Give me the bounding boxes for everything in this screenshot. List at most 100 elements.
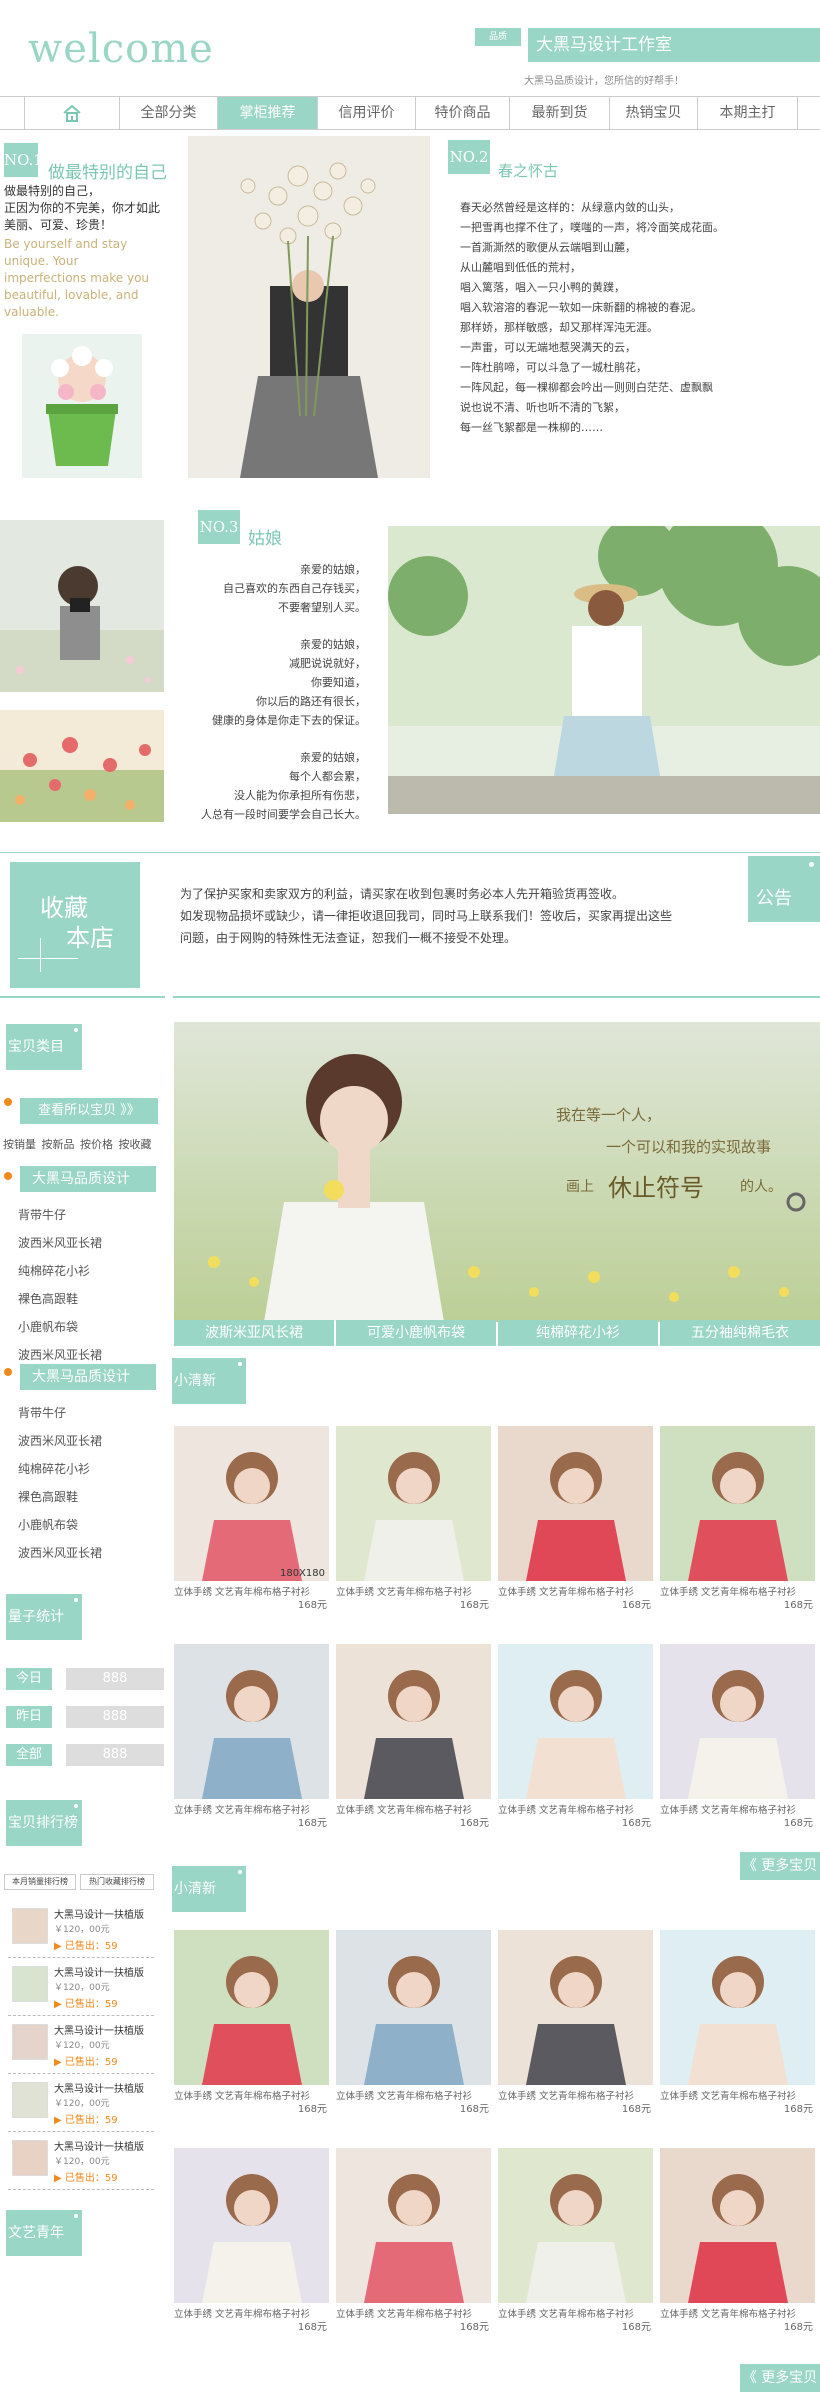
poem-line: 没人能为你承担所有伤悲， [234, 789, 366, 802]
product-price: 168元 [621, 1600, 651, 1611]
category-link[interactable]: 波西米风亚长裙 [18, 1432, 102, 1449]
rank-item[interactable]: 大黑马设计一扶植版 ￥120，00元 ▶ 已售出：59 [8, 2134, 154, 2190]
sort-fav[interactable]: 按收藏 [119, 1138, 152, 1151]
favorite-shop-button[interactable]: 收藏 本店 [10, 862, 140, 988]
nav-specials[interactable]: 特价商品 [416, 97, 510, 129]
sort-price[interactable]: 按价格 [80, 1138, 113, 1151]
notice-label: 公告 [756, 888, 792, 909]
banner-caption-1[interactable]: 波斯米亚风长裙 [174, 1320, 334, 1346]
nav-hot[interactable]: 热销宝贝 [610, 97, 698, 129]
product-card[interactable]: 立体手绣 文艺青年棉布格子衬衫 168元 [174, 2148, 329, 2333]
product-card[interactable]: 180X180 立体手绣 文艺青年棉布格子衬衫 168元 [174, 1426, 329, 1611]
product-card[interactable]: 立体手绣 文艺青年棉布格子衬衫 168元 [498, 2148, 653, 2333]
product-card[interactable]: 立体手绣 文艺青年棉布格子衬衫 168元 [498, 1930, 653, 2115]
sort-new[interactable]: 按新品 [42, 1138, 75, 1151]
product-card[interactable]: 立体手绣 文艺青年棉布格子衬衫 168元 [660, 1930, 815, 2115]
product-card[interactable]: 立体手绣 文艺青年棉布格子衬衫 168元 [336, 1644, 491, 1829]
product-card[interactable]: 立体手绣 文艺青年棉布格子衬衫 168元 [174, 1644, 329, 1829]
feature2-poem: 春天必然曾经是这样的：从绿意内敛的山头， 一把雪再也撑不住了，噗嗤的一声，将冷面笑… [460, 198, 820, 438]
banner-line3-post: 的人。 [740, 1179, 782, 1195]
poem-stanza: 亲爱的姑娘， 自己喜欢的东西自己存钱买， 不要奢望别人买。 [178, 560, 366, 617]
feature1-english: Be yourself and stay unique. Your imperf… [4, 237, 150, 319]
product-card[interactable]: 立体手绣 文艺青年棉布格子衬衫 168元 [660, 1644, 815, 1829]
nav-reviews[interactable]: 信用评价 [318, 97, 416, 129]
rank-sold-text: 已售出：59 [64, 1941, 118, 1952]
product-card[interactable]: 立体手绣 文艺青年棉布格子衬衫 168元 [498, 1426, 653, 1611]
product-card[interactable]: 立体手绣 文艺青年棉布格子衬衫 168元 [336, 1426, 491, 1611]
rank-item[interactable]: 大黑马设计一扶植版 ￥120，00元 ▶ 已售出：59 [8, 2018, 154, 2074]
product-image[interactable] [336, 1930, 491, 2085]
category-link[interactable]: 背带牛仔 [18, 1206, 66, 1223]
product-image[interactable] [498, 2148, 653, 2303]
category-link[interactable]: 小鹿帆布袋 [18, 1318, 78, 1335]
rank-tab-monthly[interactable]: 本月销量排行榜 [4, 1874, 76, 1890]
section1-more-button[interactable]: 《 更多宝贝 [740, 1852, 820, 1880]
category-link[interactable]: 裸色高跟鞋 [18, 1488, 78, 1505]
category-link[interactable]: 背带牛仔 [18, 1404, 66, 1421]
category-link[interactable]: 纯棉碎花小衫 [18, 1460, 90, 1477]
sort-links: 按销量 按新品 按价格 按收藏 [3, 1136, 152, 1152]
banner-caption-4[interactable]: 五分袖纯棉毛衣 [660, 1320, 820, 1346]
product-price: 168元 [621, 2322, 651, 2333]
poem-line: 一阵杜鹃啼，可以斗急了一城杜鹃花， [460, 361, 647, 374]
product-card[interactable]: 立体手绣 文艺青年棉布格子衬衫 168元 [660, 2148, 815, 2333]
poem-line: 一声雷，可以无端地惹哭满天的云， [460, 341, 636, 354]
rank-sold-text: 已售出：59 [64, 1999, 118, 2010]
nav-featured[interactable]: 本期主打 [698, 97, 798, 129]
product-card[interactable]: 立体手绣 文艺青年棉布格子衬衫 168元 [498, 1644, 653, 1829]
rank-item[interactable]: 大黑马设计一扶植版 ￥120，00元 ▶ 已售出：59 [8, 1960, 154, 2016]
product-image[interactable] [660, 1930, 815, 2085]
rank-item[interactable]: 大黑马设计一扶植版 ￥120，00元 ▶ 已售出：59 [8, 2076, 154, 2132]
product-image[interactable] [336, 1426, 491, 1581]
flower-girl-photo [188, 136, 430, 478]
poem-line: 自己喜欢的东西自己存钱买， [223, 582, 366, 595]
rank-price: ￥120，00元 [54, 2099, 110, 2109]
main-banner[interactable] [174, 1022, 820, 1322]
product-image[interactable] [660, 1644, 815, 1799]
banner-caption-2[interactable]: 可爱小鹿帆布袋 [336, 1320, 496, 1346]
section2-more-button[interactable]: 《 更多宝贝 [740, 2364, 820, 2392]
product-image[interactable] [660, 1426, 815, 1581]
product-price: 168元 [297, 1600, 327, 1611]
product-image[interactable] [336, 2148, 491, 2303]
rank-sold-text: 已售出：59 [64, 2115, 118, 2126]
category-link[interactable]: 纯棉碎花小衫 [18, 1262, 90, 1279]
product-image[interactable] [498, 1930, 653, 2085]
rank-title: 大黑马设计一扶植版 [54, 2142, 144, 2153]
product-card[interactable]: 立体手绣 文艺青年棉布格子衬衫 168元 [336, 2148, 491, 2333]
quality-tag: 品质 [475, 28, 521, 46]
product-price: 168元 [459, 2322, 489, 2333]
rank-title: 宝贝排行榜 [6, 1800, 82, 1846]
no1-badge: NO.1 [4, 143, 43, 177]
product-card[interactable]: 立体手绣 文艺青年棉布格子衬衫 168元 [336, 1930, 491, 2115]
banner-caption-3[interactable]: 纯棉碎花小衫 [498, 1320, 658, 1346]
product-image[interactable] [174, 1644, 329, 1799]
cart-icon: ▶ [54, 1999, 65, 2010]
poem-line: 不要奢望别人买。 [278, 601, 366, 614]
category-link[interactable]: 波西米风亚长裙 [18, 1234, 102, 1251]
rank-item[interactable]: 大黑马设计一扶植版 ￥120，00元 ▶ 已售出：59 [8, 1902, 154, 1958]
product-price: 168元 [621, 2104, 651, 2115]
category-link[interactable]: 裸色高跟鞋 [18, 1290, 78, 1307]
view-all-button[interactable]: 查看所以宝贝 》》 [20, 1098, 158, 1124]
rank-tab-favorites[interactable]: 热门收藏排行榜 [80, 1874, 154, 1890]
product-image[interactable] [336, 1644, 491, 1799]
category-link[interactable]: 小鹿帆布袋 [18, 1516, 78, 1533]
nav-new-arrivals[interactable]: 最新到货 [510, 97, 610, 129]
sort-sales[interactable]: 按销量 [3, 1138, 36, 1151]
product-card[interactable]: 立体手绣 文艺青年棉布格子衬衫 168元 [174, 1930, 329, 2115]
product-image[interactable]: 180X180 [174, 1426, 329, 1581]
nav-all-categories[interactable]: 全部分类 [120, 97, 218, 129]
product-card[interactable]: 立体手绣 文艺青年棉布格子衬衫 168元 [660, 1426, 815, 1611]
nav-recommend[interactable]: 掌柜推荐 [218, 97, 318, 129]
product-image[interactable] [498, 1644, 653, 1799]
product-image[interactable] [660, 2148, 815, 2303]
nav-home[interactable] [24, 97, 120, 129]
product-image[interactable] [174, 2148, 329, 2303]
product-image[interactable] [498, 1426, 653, 1581]
category-link[interactable]: 波西米风亚长裙 [18, 1346, 102, 1363]
no3-badge: NO.3 [198, 510, 240, 544]
category-link[interactable]: 波西米风亚长裙 [18, 1544, 102, 1561]
welcome-logo[interactable]: welcome [28, 26, 214, 72]
product-image[interactable] [174, 1930, 329, 2085]
